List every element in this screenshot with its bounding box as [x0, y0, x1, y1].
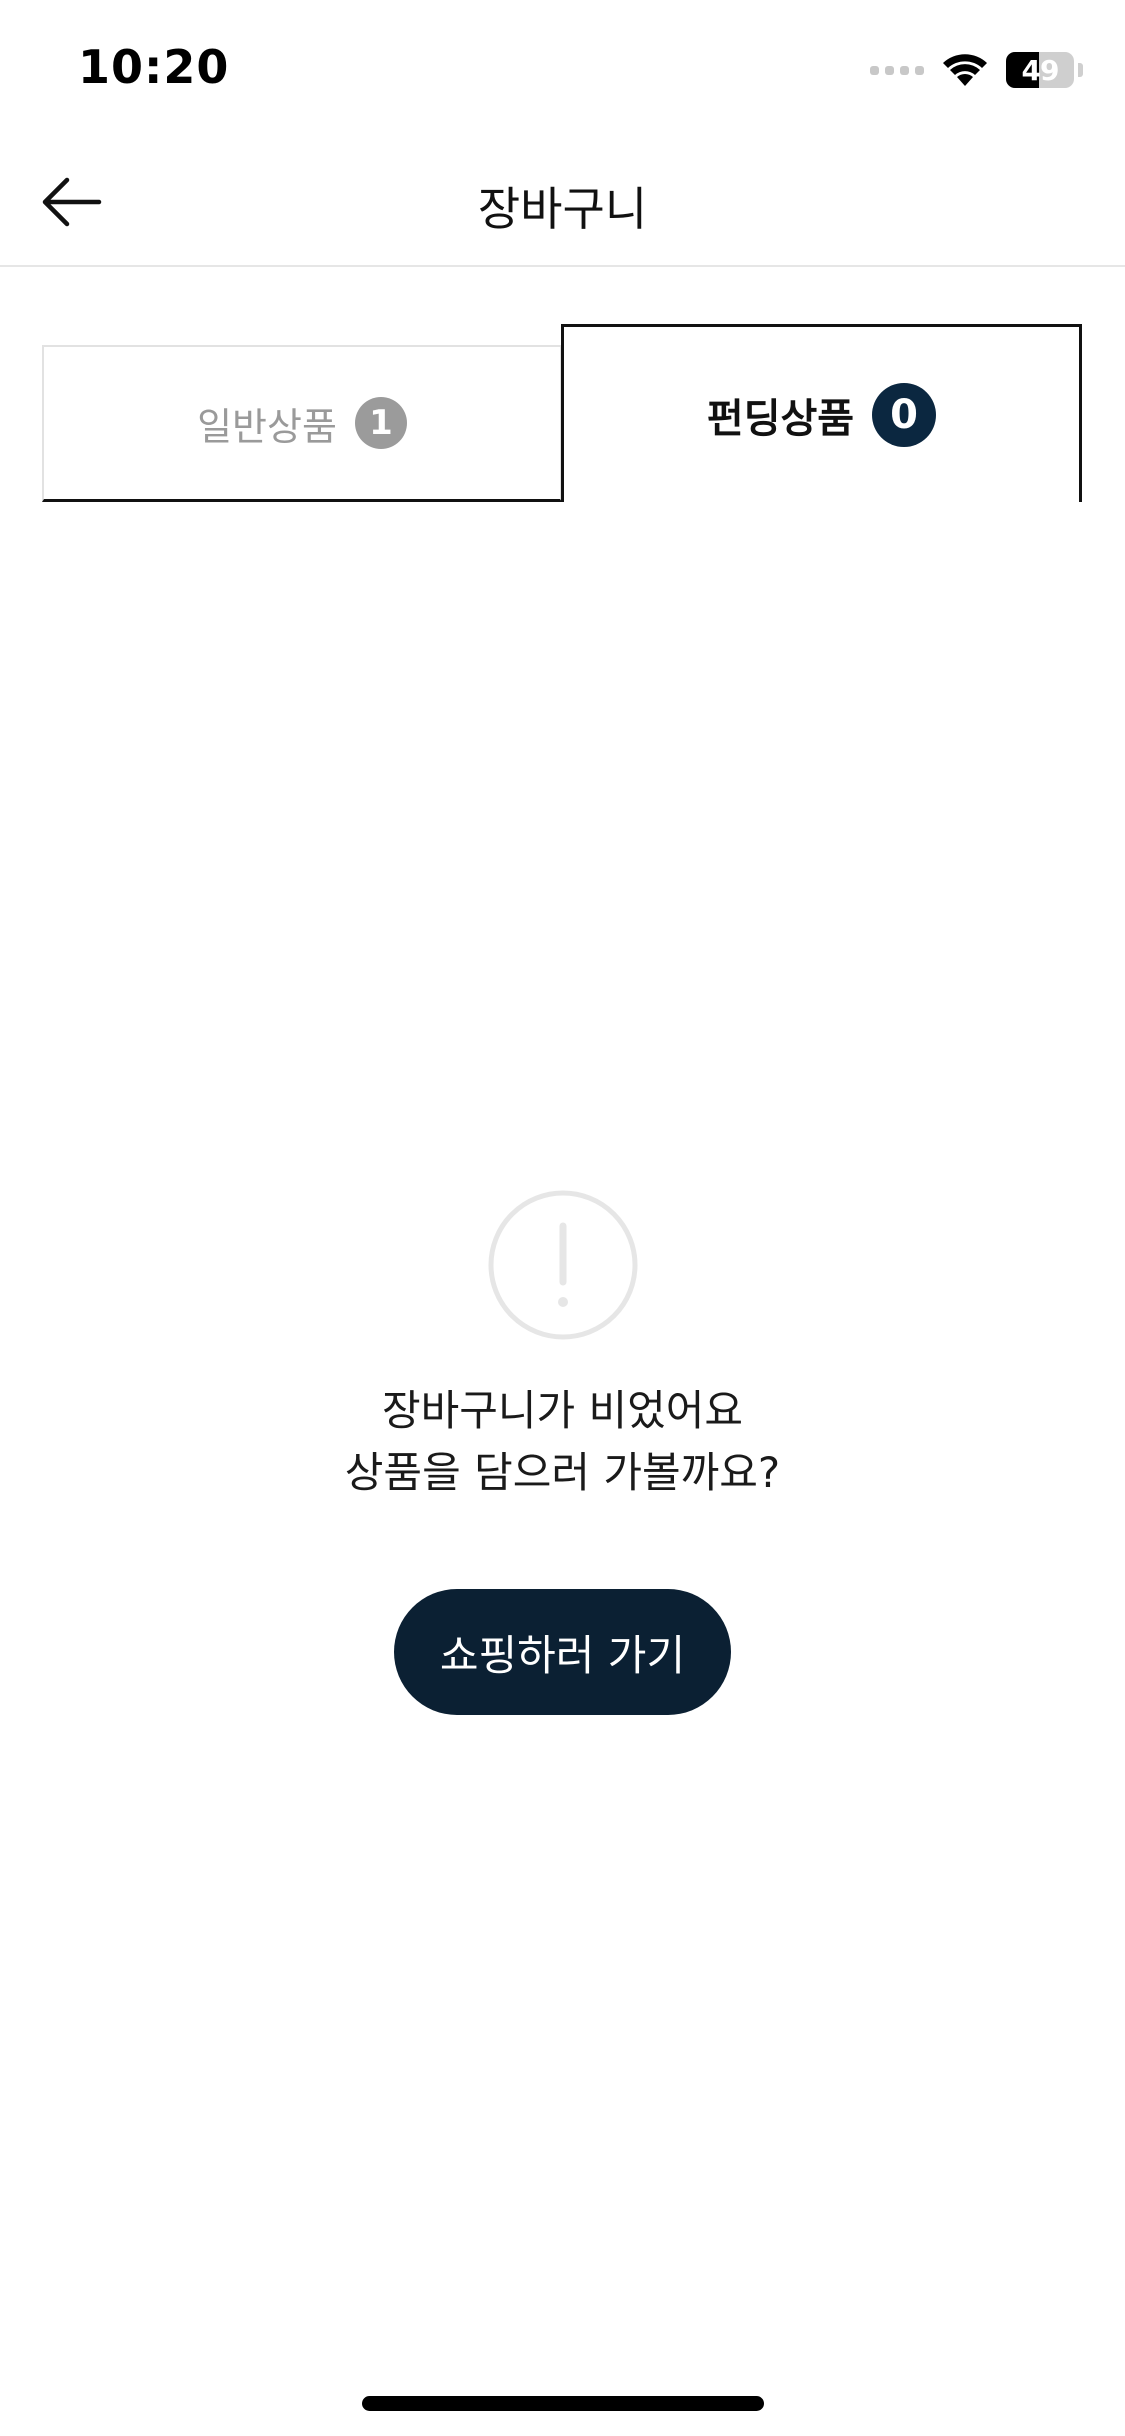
battery-icon: 49 [1006, 52, 1074, 88]
tab-funding-products[interactable]: 펀딩상품 0 [561, 324, 1082, 502]
cart-screen: 10:20 49 장바구니 일반상품 1 펀딩상품 0 장바구니가 비었어요 상… [0, 0, 1125, 2436]
signal-dots-icon [870, 65, 924, 75]
go-shopping-button[interactable]: 쇼핑하러 가기 [394, 1589, 731, 1715]
empty-message-line2: 상품을 담으러 가볼까요? [344, 1448, 781, 1497]
wifi-icon [943, 54, 987, 86]
status-icons: 49 [870, 48, 1083, 92]
cart-tabs: 일반상품 1 펀딩상품 0 [42, 324, 1082, 502]
tab-general-products[interactable]: 일반상품 1 [42, 345, 562, 502]
exclamation-circle-icon [488, 1190, 638, 1340]
tab-label: 펀딩상품 [706, 395, 855, 442]
empty-message-line1: 장바구니가 비었어요 [381, 1386, 744, 1435]
tab-label: 일반상품 [197, 404, 337, 449]
battery-cap [1078, 63, 1083, 77]
count-badge: 0 [872, 382, 937, 447]
app-header: 장바구니 [0, 135, 1125, 267]
page-title: 장바구니 [477, 182, 648, 236]
count-badge: 1 [354, 397, 407, 449]
battery-level: 49 [1021, 53, 1060, 87]
home-indicator [362, 2396, 764, 2411]
empty-cart-message: 장바구니가 비었어요 상품을 담으러 가볼까요? [0, 1380, 1125, 1504]
status-time: 10:20 [78, 40, 230, 94]
status-bar: 10:20 49 [0, 0, 1125, 135]
